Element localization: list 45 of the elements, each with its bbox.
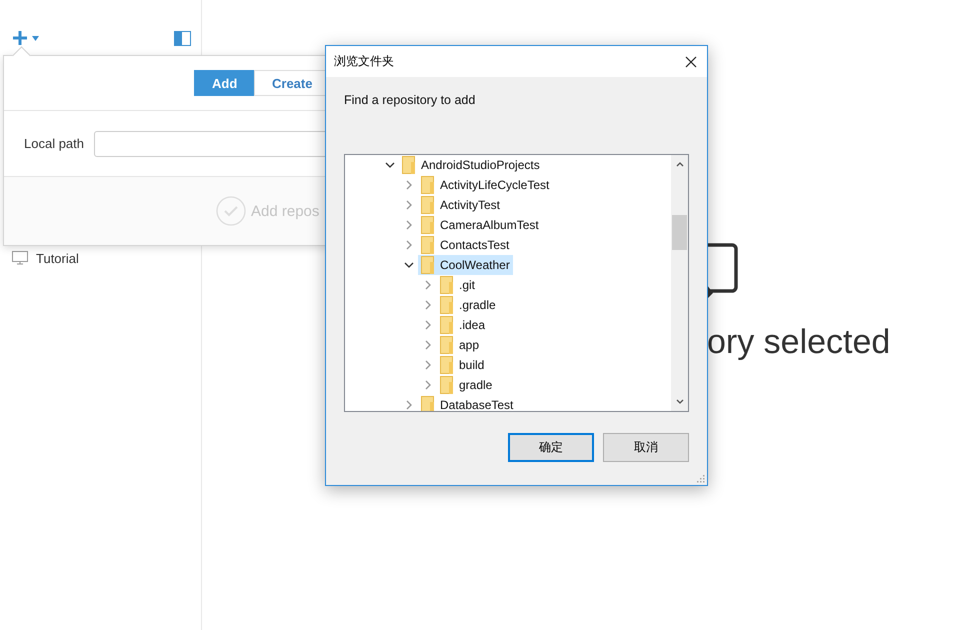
folder-icon [402,156,416,174]
folder-item[interactable]: .git [437,275,478,295]
folder-icon [421,396,435,411]
monitor-icon [12,251,28,265]
frame-icon [707,243,739,301]
folder-icon [421,176,435,194]
folder-item[interactable]: gradle [437,375,496,395]
chevron-icon[interactable] [404,260,414,270]
folder-item[interactable]: DatabaseTest [418,395,516,411]
folder-icon [421,196,435,214]
scrollbar[interactable] [671,155,688,411]
folder-item[interactable]: ActivityTest [418,195,504,215]
folder-item[interactable]: ContactsTest [418,235,512,255]
local-path-label: Local path [24,136,84,151]
sidebar-toggle-icon[interactable] [174,30,191,46]
chevron-icon[interactable] [385,160,395,170]
folder-item[interactable]: AndroidStudioProjects [399,155,543,175]
dialog-title: 浏览文件夹 [334,53,394,70]
folder-icon [440,376,454,394]
folder-item[interactable]: build [437,355,488,375]
close-icon[interactable] [685,56,697,68]
scrollbar-thumb[interactable] [672,215,687,250]
plus-icon[interactable] [13,31,27,45]
dialog-button[interactable]: 确定 [508,433,594,462]
folder-icon [440,296,454,314]
folder-icon [440,316,454,334]
folder-icon [440,356,454,374]
dialog-prompt: Find a repository to add [344,93,476,107]
folder-icon [440,276,454,294]
folder-item[interactable]: ActivityLifeCycleTest [418,175,552,195]
repository-item[interactable]: Tutorial [0,248,201,268]
empty-state-message: ory selected [707,323,890,362]
folder-icon [421,236,435,254]
folder-item[interactable]: CameraAlbumTest [418,215,542,235]
resize-grip-icon[interactable] [695,473,705,483]
folder-icon [440,336,454,354]
check-circle-icon [216,196,246,226]
folder-item[interactable]: .idea [437,315,488,335]
folder-item[interactable]: app [437,335,482,355]
dialog-button[interactable]: 取消 [603,433,689,462]
folder-item[interactable]: .gradle [437,295,499,315]
caret-icon[interactable] [32,36,39,40]
folder-item[interactable]: CoolWeather [418,255,513,275]
folder-icon [421,216,435,234]
folder-icon [421,256,435,274]
